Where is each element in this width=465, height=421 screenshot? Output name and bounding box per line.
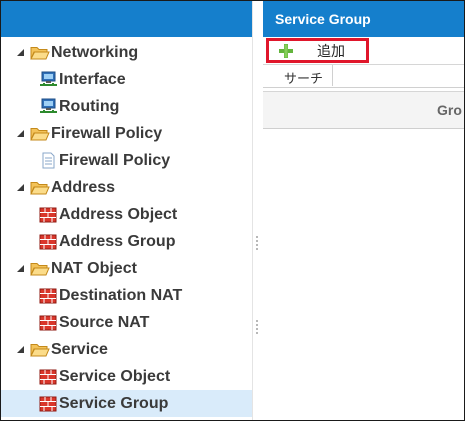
grid-body (263, 129, 464, 420)
expand-collapse-icon[interactable] (15, 262, 25, 276)
document-icon (38, 152, 58, 169)
tree-item[interactable]: Address Object (1, 201, 252, 228)
tree-item-label: Service Object (59, 367, 171, 385)
column-header-group[interactable]: Gro (437, 102, 462, 118)
tree-item-label: Address (51, 178, 116, 196)
tree-item-label: Routing (59, 97, 120, 115)
tree-item[interactable]: Service Group (1, 390, 252, 417)
folder-open-icon (30, 44, 50, 61)
firewall-brick-icon (38, 206, 58, 223)
toolbar: 追加 (263, 37, 464, 65)
search-bar: サーチ (263, 65, 464, 88)
navigation-panel: Networking Interface Routing Firewall Polic… (1, 1, 252, 420)
tree-folder[interactable]: Address (1, 174, 252, 201)
search-label: サーチ (284, 71, 324, 86)
tree-item-label: NAT Object (51, 259, 137, 277)
tree-folder[interactable]: Networking (1, 39, 252, 66)
tree-item-label: Interface (59, 70, 126, 88)
panel-title: Service Group (263, 1, 464, 37)
tree-item-label: Address Group (59, 232, 176, 250)
tree-item[interactable]: Service Object (1, 363, 252, 390)
tree-item[interactable]: Interface (1, 66, 252, 93)
tree-item-label: Source NAT (59, 313, 150, 331)
add-button-label: 追加 (317, 42, 345, 59)
tree-item[interactable]: Source NAT (1, 309, 252, 336)
tree-folder[interactable]: Service (1, 336, 252, 363)
tree-item-label: Service (51, 340, 108, 358)
folder-open-icon (30, 179, 50, 196)
expand-collapse-icon[interactable] (15, 127, 25, 141)
splitter-grip-upper[interactable] (256, 236, 259, 252)
firewall-brick-icon (38, 368, 58, 385)
tree-item-label: Service Group (59, 394, 169, 412)
tree-item-label: Networking (51, 43, 139, 61)
network-computer-icon (38, 98, 58, 115)
tree-item-label: Firewall Policy (59, 151, 171, 169)
network-computer-icon (38, 71, 58, 88)
splitter-grip-lower[interactable] (256, 320, 259, 336)
expand-collapse-icon[interactable] (15, 181, 25, 195)
expand-collapse-icon[interactable] (15, 46, 25, 60)
plus-icon (279, 43, 293, 58)
search-input[interactable] (332, 65, 464, 86)
firewall-brick-icon (38, 314, 58, 331)
folder-open-icon (30, 341, 50, 358)
folder-open-icon (30, 260, 50, 277)
firewall-brick-icon (38, 395, 58, 412)
tree-item[interactable]: Destination NAT (1, 282, 252, 309)
tree-item[interactable]: Address Group (1, 228, 252, 255)
tree-folder[interactable]: Firewall Policy (1, 120, 252, 147)
tree-item-label: Address Object (59, 205, 178, 223)
add-button[interactable]: 追加 (266, 38, 369, 63)
firewall-brick-icon (38, 233, 58, 250)
content-panel: Service Group 追加 サーチ Gro (263, 1, 464, 420)
tree-item-label: Destination NAT (59, 286, 183, 304)
grid-header: Gro (263, 91, 464, 129)
navigation-panel-header (1, 1, 252, 37)
folder-open-icon (30, 125, 50, 142)
firewall-brick-icon (38, 287, 58, 304)
tree-item[interactable]: Routing (1, 93, 252, 120)
app-window: Networking Interface Routing Firewall Polic… (0, 0, 465, 421)
tree-item[interactable]: Firewall Policy (1, 147, 252, 174)
tree-folder[interactable]: NAT Object (1, 255, 252, 282)
tree-item-label: Firewall Policy (51, 124, 163, 142)
panel-splitter[interactable] (252, 1, 263, 420)
expand-collapse-icon[interactable] (15, 343, 25, 357)
